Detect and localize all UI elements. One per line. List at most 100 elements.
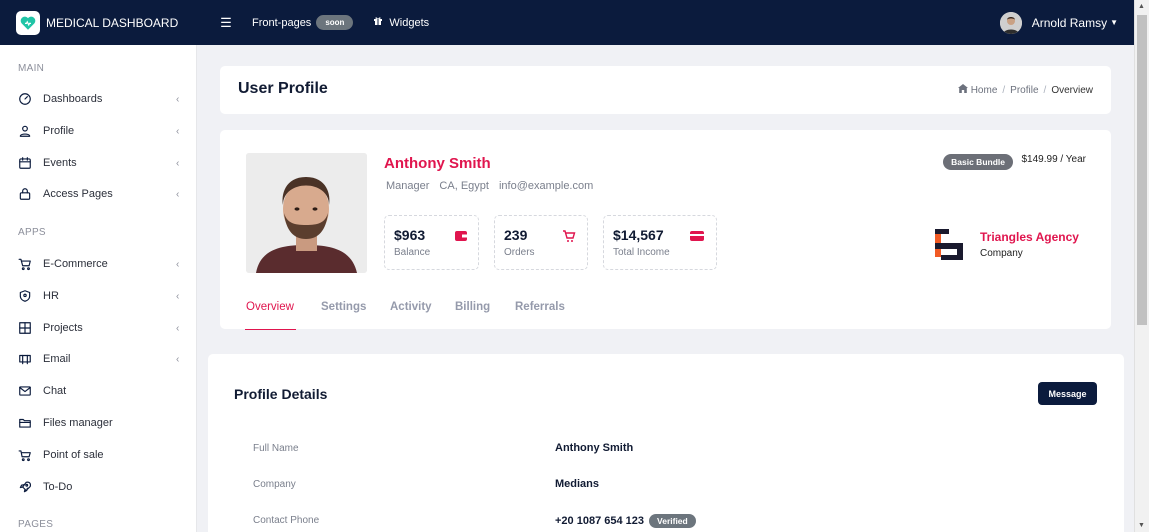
user-icon — [17, 124, 32, 139]
widgets-link[interactable]: Widgets — [373, 16, 429, 29]
company-logo — [932, 225, 968, 265]
sidebar-item-events[interactable]: Events ‹ — [0, 152, 197, 174]
gift-icon — [373, 16, 383, 29]
profile-role: Manager — [386, 180, 430, 192]
chevron-left-icon: ‹ — [176, 353, 180, 365]
sidebar-item-chat[interactable]: Chat — [0, 380, 197, 402]
sidebar-item-files-manager[interactable]: Files manager — [0, 412, 197, 434]
profile-name: Anthony Smith — [384, 155, 491, 172]
profile-details-card: Profile Details Message Full Name Anthon… — [208, 354, 1124, 532]
scroll-down-arrow-icon[interactable]: ▼ — [1138, 522, 1145, 529]
cart-icon — [563, 230, 576, 242]
sidebar-item-label: Files manager — [43, 417, 113, 429]
verified-badge: Verified — [649, 514, 696, 528]
gauge-icon — [17, 92, 32, 107]
stat-balance: $963 Balance — [384, 215, 479, 270]
sidebar-item-projects[interactable]: Projects ‹ — [0, 317, 197, 339]
chevron-left-icon: ‹ — [176, 157, 180, 169]
sidebar-item-label: Email — [43, 353, 71, 365]
breadcrumb-separator: / — [1002, 84, 1006, 96]
tab-activity[interactable]: Activity — [390, 301, 432, 313]
profile-email: info@example.com — [498, 180, 594, 192]
sidebar-item-hr[interactable]: HR ‹ — [0, 285, 197, 307]
stat-value: 239 — [504, 227, 528, 243]
stat-label: Orders — [504, 247, 535, 258]
sidebar-item-profile[interactable]: Profile ‹ — [0, 120, 197, 142]
sidebar-item-label: Chat — [43, 385, 67, 397]
calendar-icon — [17, 156, 32, 171]
breadcrumb-profile[interactable]: Profile — [1010, 85, 1038, 96]
profile-location: CA, Egypt — [439, 180, 489, 192]
company-name[interactable]: Triangles Agency — [980, 230, 1079, 244]
company-label: Company — [980, 248, 1023, 259]
shield-icon — [17, 289, 32, 304]
sidebar-item-point-of-sale[interactable]: Point of sale — [0, 444, 197, 466]
detail-value-full-name: Anthony Smith — [555, 442, 634, 454]
user-avatar — [999, 11, 1022, 34]
sidebar-item-access-pages[interactable]: Access Pages ‹ — [0, 183, 197, 205]
tab-settings[interactable]: Settings — [321, 301, 366, 313]
sidebar-item-dashboards[interactable]: Dashboards ‹ — [0, 88, 197, 110]
basket-icon — [17, 448, 32, 463]
scroll-thumb[interactable] — [1137, 15, 1147, 325]
front-pages-label: Front-pages — [252, 16, 312, 29]
detail-value-company: Medians — [555, 478, 600, 490]
mail-open-icon — [17, 352, 32, 367]
chevron-left-icon: ‹ — [176, 258, 180, 270]
bundle-badge: Basic Bundle — [943, 154, 1013, 170]
front-pages-link[interactable]: Front-pages soon — [252, 15, 354, 30]
detail-label-contact-phone: Contact Phone — [253, 515, 320, 526]
brand-name: MEDICAL DASHBOARD — [46, 15, 179, 30]
detail-label-company: Company — [253, 479, 296, 490]
page-scrollbar[interactable]: ▲ ▼ — [1134, 0, 1149, 532]
tab-referrals[interactable]: Referrals — [515, 301, 565, 313]
chevron-left-icon: ‹ — [176, 290, 180, 302]
wallet-icon — [455, 231, 467, 241]
active-tab-indicator — [245, 329, 296, 330]
stat-label: Total Income — [613, 247, 670, 258]
sidebar-section-apps: APPS — [18, 227, 46, 238]
credit-card-icon — [690, 231, 704, 241]
page-title: User Profile — [238, 80, 328, 97]
profile-details-title: Profile Details — [234, 386, 328, 402]
grid-icon — [17, 321, 32, 336]
scroll-up-arrow-icon[interactable]: ▲ — [1138, 3, 1145, 10]
folder-icon — [17, 416, 32, 431]
sidebar-item-e-commerce[interactable]: E-Commerce ‹ — [0, 253, 197, 275]
top-navbar: MEDICAL DASHBOARD ☰ Front-pages soon Wid… — [0, 0, 1134, 45]
chevron-left-icon: ‹ — [176, 125, 180, 137]
sidebar-section-pages: PAGES — [18, 519, 54, 530]
profile-meta: Manager CA, Egypt info@example.com — [386, 180, 603, 192]
sidebar-item-label: Projects — [43, 322, 83, 334]
stat-value: $963 — [394, 227, 426, 243]
stat-value: $14,567 — [613, 227, 664, 243]
sidebar-item-to-do[interactable]: To-Do — [0, 476, 197, 498]
lock-icon — [17, 187, 32, 202]
sidebar-section-main: MAIN — [18, 63, 45, 74]
sidebar-item-email[interactable]: Email ‹ — [0, 348, 197, 370]
stat-orders: 239 Orders — [494, 215, 588, 270]
sidebar-item-label: HR — [43, 290, 59, 302]
breadcrumb-separator: / — [1043, 84, 1047, 96]
bundle-price: $149.99 / Year — [1021, 154, 1086, 165]
sidebar-item-label: Point of sale — [43, 449, 104, 461]
message-button[interactable]: Message — [1038, 382, 1097, 405]
breadcrumb-current: Overview — [1051, 84, 1093, 96]
user-menu[interactable]: Arnold Ramsy ▼ — [999, 11, 1118, 34]
breadcrumb-home[interactable]: Home — [971, 85, 998, 96]
tab-billing[interactable]: Billing — [455, 301, 490, 313]
tab-overview[interactable]: Overview — [246, 301, 294, 313]
sidebar-item-label: To-Do — [43, 481, 73, 493]
home-icon — [957, 84, 968, 96]
chevron-left-icon: ‹ — [176, 93, 180, 105]
sidebar: MAIN Dashboards ‹ Profile ‹ Events ‹ Acc… — [0, 45, 197, 532]
widgets-label: Widgets — [389, 16, 430, 29]
profile-card: Anthony Smith Manager CA, Egypt info@exa… — [220, 130, 1111, 330]
envelope-icon — [17, 384, 32, 399]
hamburger-menu-icon[interactable]: ☰ — [220, 15, 232, 31]
stat-label: Balance — [394, 247, 431, 258]
sidebar-item-label: E-Commerce — [43, 258, 108, 270]
profile-photo — [246, 153, 367, 273]
brand[interactable]: MEDICAL DASHBOARD — [0, 0, 197, 45]
soon-badge: soon — [316, 15, 354, 30]
